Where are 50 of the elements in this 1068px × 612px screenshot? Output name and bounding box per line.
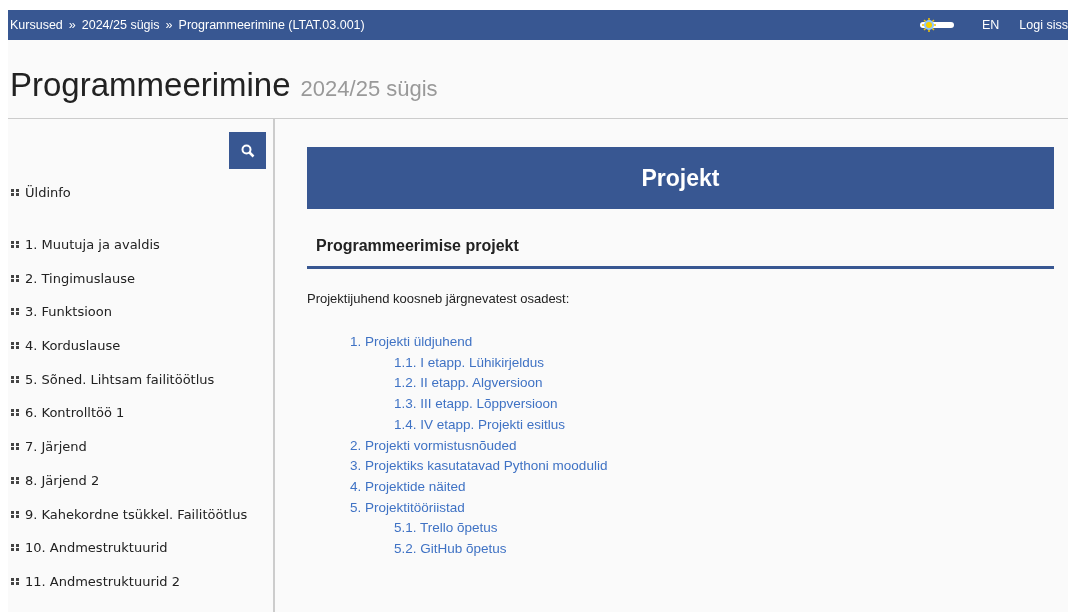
page-title: Programmeerimine <box>10 66 291 104</box>
sidebar-item[interactable]: 9. Kahekordne tsükkel. Failitöötlus <box>8 497 273 531</box>
page-banner: Projekt <box>307 147 1054 209</box>
drag-handle-icon <box>11 443 19 451</box>
drag-handle-icon <box>11 375 19 383</box>
search-icon <box>240 143 255 158</box>
sidebar-item[interactable]: 5. Sõned. Lihtsam failitöötlus <box>8 362 273 397</box>
drag-handle-icon <box>11 342 19 350</box>
sidebar-item[interactable]: 8. Järjend 2 <box>8 463 273 498</box>
drag-handle-icon <box>11 577 19 585</box>
drag-handle-icon <box>11 409 19 417</box>
toc-link[interactable]: 5.2. GitHub õpetus <box>394 539 507 560</box>
sidebar-item[interactable]: 11. Andmestruktuurid 2 <box>8 564 273 599</box>
sidebar-item[interactable]: 6. Kontrolltöö 1 <box>8 396 273 430</box>
sidebar-item[interactable]: 1. Muutuja ja avaldis <box>8 227 273 262</box>
sidebar-item[interactable]: Üldinfo <box>8 176 273 210</box>
toc-link[interactable]: 1.4. IV etapp. Projekti esitlus <box>394 414 566 436</box>
page-subtitle: 2024/25 sügis <box>300 76 438 102</box>
sidebar-item[interactable]: 10. Andmestruktuurid <box>8 530 273 565</box>
language-link[interactable]: EN <box>982 18 1000 32</box>
sidebar-item[interactable]: 7. Järjend <box>8 429 273 464</box>
drag-handle-icon <box>11 476 19 484</box>
toc-link[interactable]: 1.3. III etapp. Lõppversioon <box>394 394 558 415</box>
breadcrumb-separator: » <box>165 18 173 32</box>
drag-handle-icon <box>11 189 19 197</box>
drag-handle-icon <box>11 308 19 316</box>
section-title: Programmeerimise projekt <box>307 237 1054 269</box>
toc-link[interactable]: 1.1. I etapp. Lühikirjeldus <box>394 352 545 374</box>
drag-handle-icon <box>11 241 19 249</box>
toc-link[interactable]: 1.2. II etapp. Algversioon <box>394 373 543 395</box>
breadcrumb-separator: » <box>68 18 76 32</box>
intro-text: Projektijuhend koosneb järgnevatest osadest: <box>307 291 571 306</box>
sidebar-item[interactable]: 4. Korduslause <box>8 328 273 363</box>
drag-handle-icon <box>11 510 19 518</box>
toc-link[interactable]: 4. Projektide näited <box>350 476 466 498</box>
breadcrumb-link[interactable]: Kursused <box>10 18 63 32</box>
toc-link[interactable]: 5. Projektitööriistad <box>350 497 465 519</box>
toc-link[interactable]: 3. Projektiks kasutatavad Pythoni moodulid <box>350 456 608 477</box>
breadcrumb-link[interactable]: 2024/25 sügis <box>81 18 160 32</box>
theme-switch[interactable] <box>918 19 956 31</box>
search-button[interactable] <box>229 132 266 169</box>
sidebar-item[interactable]: 3. Funktsioon <box>8 295 273 329</box>
login-link[interactable]: Logi siss <box>1019 18 1068 32</box>
toc-link[interactable]: 1. Projekti üldjuhend <box>350 332 473 353</box>
drag-handle-icon <box>11 274 19 282</box>
drag-handle-icon <box>11 544 19 552</box>
sidebar-item[interactable]: 2. Tingimuslause <box>8 261 273 296</box>
toc-link[interactable]: 5.1. Trello õpetus <box>394 518 498 540</box>
breadcrumb-link[interactable]: Programmeerimine (LTAT.03.001) <box>178 18 365 32</box>
toc-link[interactable]: 2. Projekti vormistusnõuded <box>350 435 517 457</box>
